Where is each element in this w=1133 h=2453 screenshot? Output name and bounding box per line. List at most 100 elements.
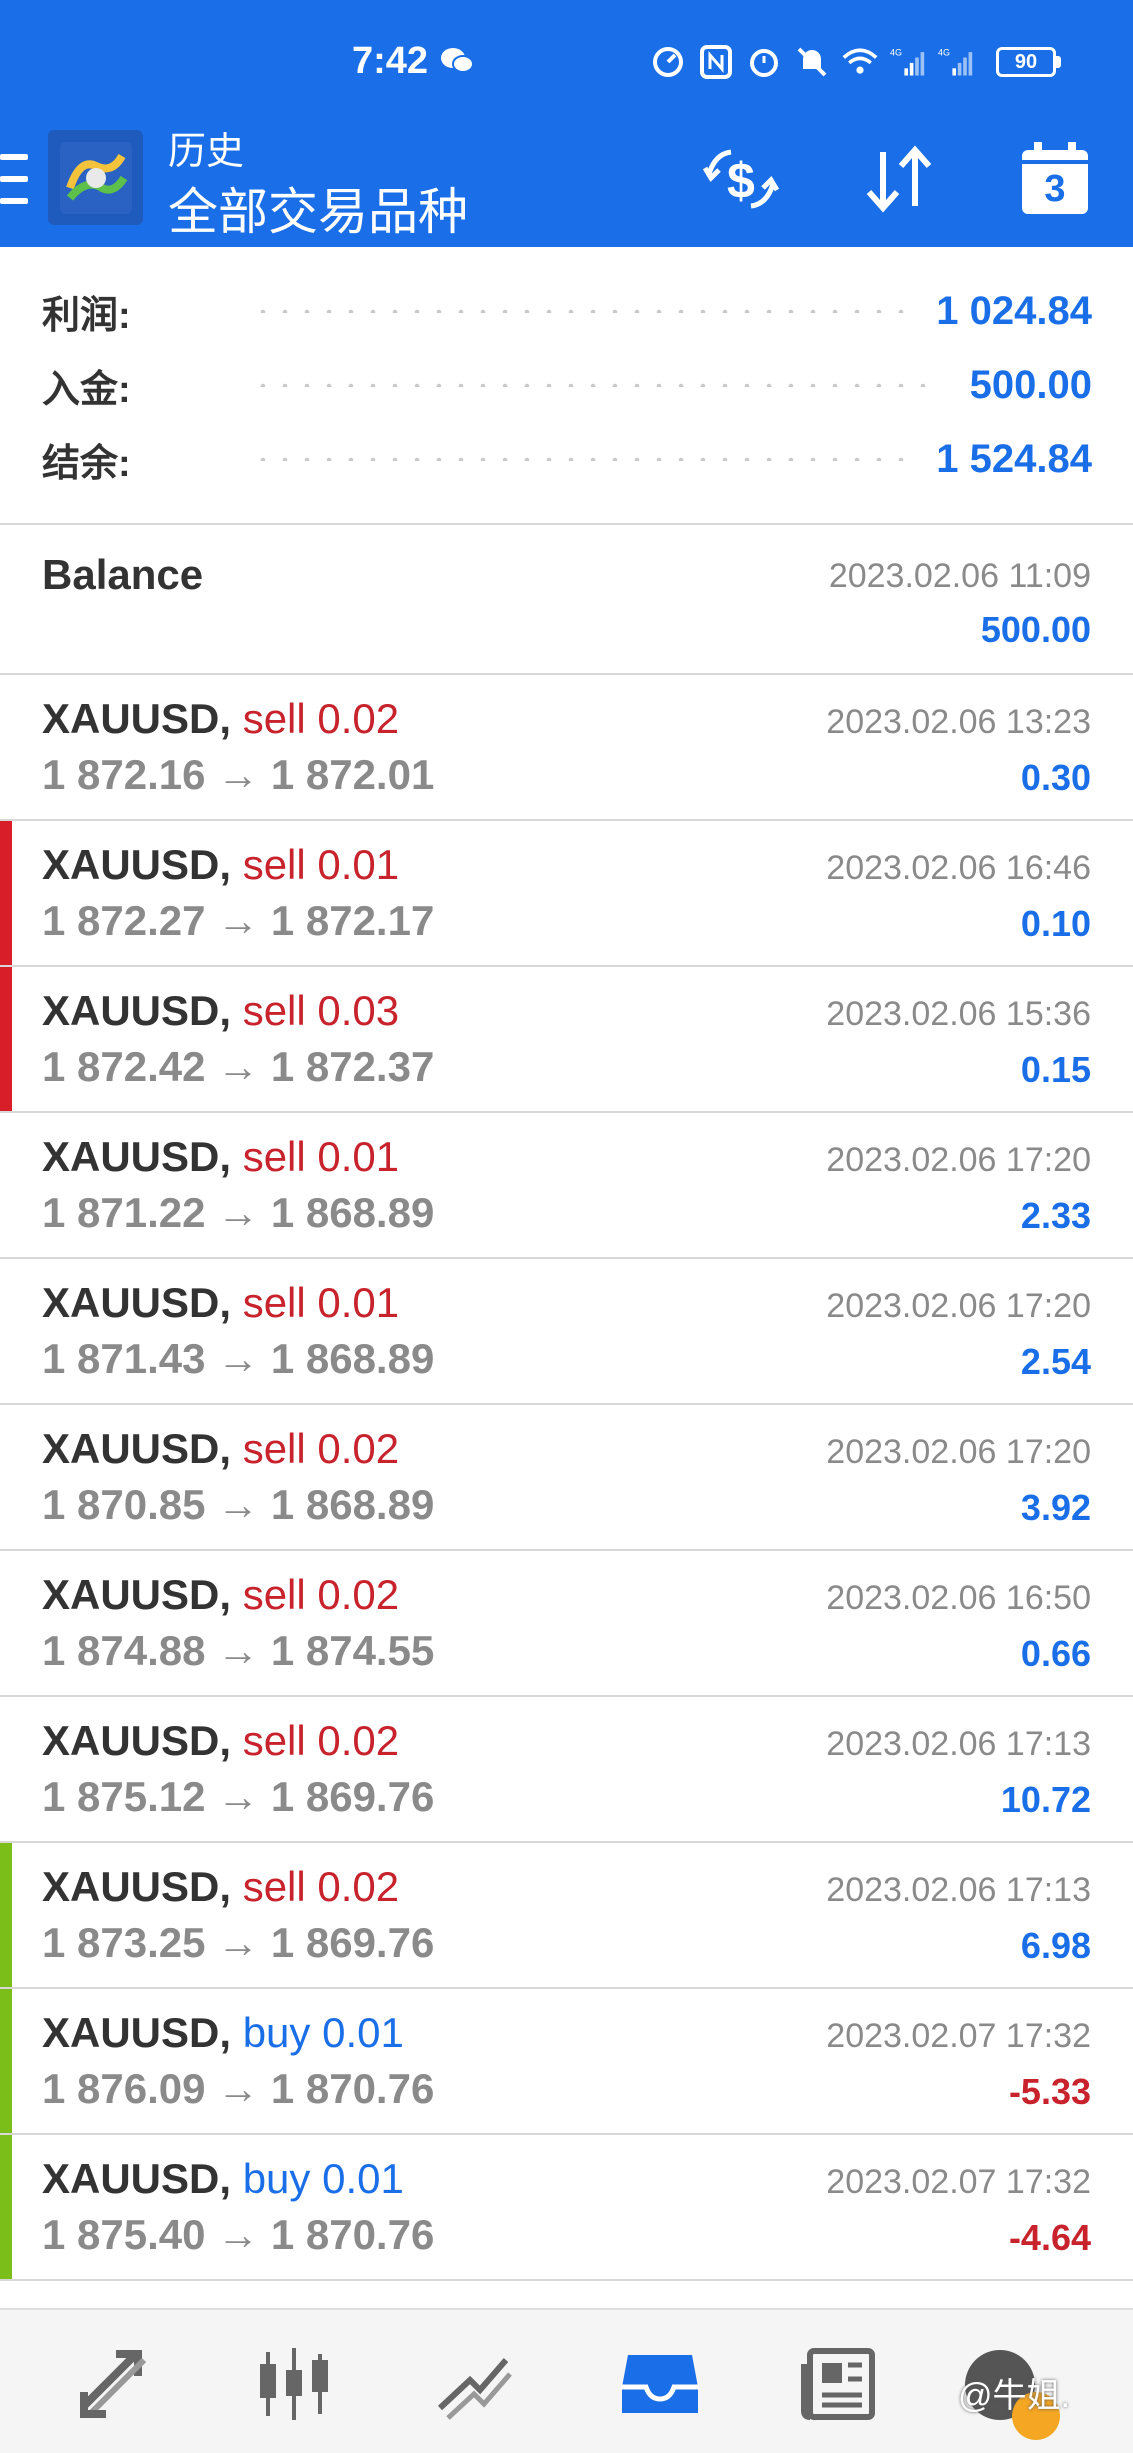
deal-marker [0, 1989, 12, 2133]
page-title[interactable]: 全部交易品种 [168, 172, 468, 244]
svg-text:4G: 4G [890, 48, 902, 58]
deal-symbol: XAUUSD, [42, 1425, 232, 1472]
deal-profit: 2.33 [1020, 1195, 1091, 1236]
deal-row[interactable]: XAUUSD, buy 0.01 1 875.40 → 1 870.76 202… [0, 2135, 1133, 2281]
deal-type: sell 0.01 [242, 841, 400, 888]
nfc-icon [698, 44, 734, 80]
deal-date: 2023.02.06 17:13 [826, 1725, 1091, 1763]
deal-prices: 1 871.22 → 1 868.89 [42, 1189, 435, 1236]
deal-type: sell 0.02 [242, 1425, 400, 1472]
metatrader-logo [48, 130, 143, 225]
deal-row[interactable]: XAUUSD, sell 0.02 1 872.16 → 1 872.01 20… [0, 675, 1133, 821]
news-icon[interactable] [796, 2342, 880, 2426]
deal-row[interactable]: XAUUSD, sell 0.03 1 872.42 → 1 872.37 20… [0, 967, 1133, 1113]
balance-label: 结余: [42, 442, 131, 485]
deal-profit: 0.66 [1020, 1633, 1091, 1674]
deal-prices: 1 872.27 → 1 872.17 [42, 897, 435, 944]
watermark: @牛姐. [958, 2377, 1070, 2415]
toolbar: 历史 全部交易品种 $ 3 [0, 120, 1133, 247]
dotted-leader [252, 309, 907, 313]
balance-title: Balance [42, 551, 204, 598]
dotted-leader [252, 457, 907, 461]
deal-date: 2023.02.06 16:46 [826, 849, 1091, 887]
deals-container: XAUUSD, sell 0.02 1 872.16 → 1 872.01 20… [0, 675, 1133, 2281]
menu-icon[interactable] [0, 154, 30, 204]
deal-row[interactable]: XAUUSD, sell 0.02 1 875.12 → 1 869.76 20… [0, 1697, 1133, 1843]
status-bar: 7:42 4G 4G 90 [0, 0, 1133, 120]
deal-symbol: XAUUSD, [42, 2009, 232, 2056]
deal-symbol: XAUUSD, [42, 987, 232, 1034]
deal-prices: 1 875.12 → 1 869.76 [42, 1773, 435, 1820]
deal-profit: 0.30 [1020, 757, 1091, 798]
signal-4g-icon: 4G [938, 44, 974, 80]
deal-profit: 10.72 [1000, 1779, 1091, 1820]
deal-row[interactable]: XAUUSD, sell 0.02 1 870.85 → 1 868.89 20… [0, 1405, 1133, 1551]
deal-marker [0, 1843, 12, 1987]
calendar-day: 3 [1044, 168, 1066, 210]
battery-level: 90 [996, 47, 1056, 77]
deal-marker [0, 2135, 12, 2279]
deal-marker [0, 821, 12, 965]
alarm-icon [746, 44, 782, 80]
deal-title: XAUUSD, sell 0.01 [42, 1279, 399, 1327]
deal-type: sell 0.02 [242, 1863, 400, 1910]
deal-symbol: XAUUSD, [42, 1863, 232, 1910]
deal-title: XAUUSD, sell 0.03 [42, 987, 399, 1035]
deal-title: XAUUSD, sell 0.02 [42, 1571, 399, 1619]
chart-candles-icon[interactable] [252, 2342, 336, 2426]
deal-symbol: XAUUSD, [42, 1279, 232, 1326]
deal-title: XAUUSD, buy 0.01 [42, 2009, 404, 2057]
deal-type: sell 0.03 [242, 987, 400, 1034]
quotes-icon[interactable] [72, 2342, 156, 2426]
deal-row[interactable]: XAUUSD, sell 0.02 1 873.25 → 1 869.76 20… [0, 1843, 1133, 1989]
deal-date: 2023.02.07 17:32 [826, 2163, 1091, 2201]
deal-title: XAUUSD, sell 0.02 [42, 1863, 399, 1911]
deal-prices: 1 875.40 → 1 870.76 [42, 2211, 435, 2258]
deal-date: 2023.02.07 17:32 [826, 2017, 1091, 2055]
deal-title: XAUUSD, buy 0.01 [42, 2155, 404, 2203]
balance-amount: 500.00 [980, 609, 1091, 650]
currency-exchange-icon[interactable]: $ [700, 138, 782, 220]
speed-icon [650, 44, 686, 80]
deal-date: 2023.02.06 17:13 [826, 1871, 1091, 1909]
calendar-icon[interactable]: 3 [1014, 138, 1096, 220]
wifi-icon [842, 44, 878, 80]
deal-profit: -5.33 [1008, 2071, 1091, 2112]
balance-entry[interactable]: Balance 2023.02.06 11:09 500.00 [0, 527, 1133, 675]
summary-panel: 利润: 1 024.84 入金: 500.00 结余: 1 524.84 [0, 247, 1133, 525]
deal-row[interactable]: XAUUSD, buy 0.01 1 876.09 → 1 870.76 202… [0, 1989, 1133, 2135]
page-title-small: 历史 [168, 131, 245, 173]
deposit-label: 入金: [42, 368, 131, 411]
deal-row[interactable]: XAUUSD, sell 0.01 1 871.43 → 1 868.89 20… [0, 1259, 1133, 1405]
svg-text:4G: 4G [938, 48, 950, 58]
deal-symbol: XAUUSD, [42, 1717, 232, 1764]
deposit-row: 入金: 500.00 [42, 355, 1092, 415]
deal-profit: 2.54 [1020, 1341, 1091, 1382]
deal-prices: 1 871.43 → 1 868.89 [42, 1335, 435, 1382]
history-inbox-icon[interactable] [618, 2342, 702, 2426]
deal-prices: 1 874.88 → 1 874.55 [42, 1627, 435, 1674]
deal-title: XAUUSD, sell 0.02 [42, 695, 399, 743]
deposit-value: 500.00 [969, 362, 1092, 407]
deal-marker [0, 967, 12, 1111]
deal-type: sell 0.02 [242, 695, 400, 742]
signal-4g-icon: 4G [890, 44, 926, 80]
deal-prices: 1 872.16 → 1 872.01 [42, 751, 435, 798]
deal-date: 2023.02.06 17:20 [826, 1141, 1091, 1179]
trade-icon[interactable] [432, 2342, 516, 2426]
deal-row[interactable]: XAUUSD, sell 0.01 1 871.22 → 1 868.89 20… [0, 1113, 1133, 1259]
deal-symbol: XAUUSD, [42, 1571, 232, 1618]
deal-type: buy 0.01 [242, 2155, 404, 2202]
svg-text:$: $ [727, 153, 755, 209]
deal-profit: 0.10 [1020, 903, 1091, 944]
deal-prices: 1 872.42 → 1 872.37 [42, 1043, 435, 1090]
deal-date: 2023.02.06 13:23 [826, 703, 1091, 741]
deal-row[interactable]: XAUUSD, sell 0.01 1 872.27 → 1 872.17 20… [0, 821, 1133, 967]
deal-date: 2023.02.06 16:50 [826, 1579, 1091, 1617]
sort-icon[interactable] [858, 138, 940, 220]
deal-row[interactable]: XAUUSD, sell 0.02 1 874.88 → 1 874.55 20… [0, 1551, 1133, 1697]
balance-date: 2023.02.06 11:09 [828, 557, 1091, 595]
app-header: 7:42 4G 4G 90 历史 全部交易品种 $ 3 [0, 0, 1133, 247]
history-list: Balance 2023.02.06 11:09 500.00 XAUUSD, … [0, 527, 1133, 2281]
deal-type: sell 0.02 [242, 1571, 400, 1618]
